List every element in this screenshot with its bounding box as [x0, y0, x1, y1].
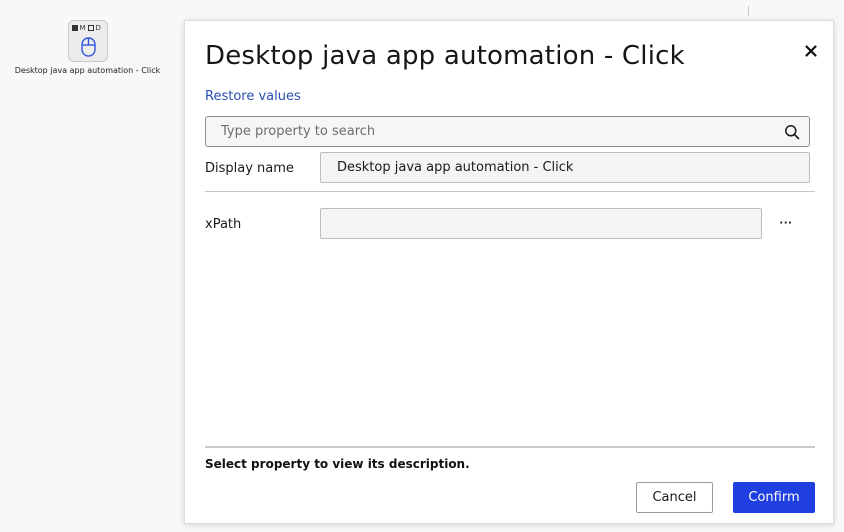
search-icon[interactable] [784, 124, 800, 140]
node-label: Desktop java app automation - Click [14, 66, 161, 75]
properties-dialog: Desktop java app automation - Click Rest… [184, 20, 834, 524]
flag-checkbox-unchecked-icon [87, 25, 94, 31]
display-name-label: Display name [205, 161, 294, 176]
flag-m-label: M [79, 24, 86, 32]
property-description: Select property to view its description. [205, 457, 470, 471]
cancel-button[interactable]: Cancel [636, 482, 713, 513]
flag-d-label: D [95, 24, 101, 32]
property-search [205, 116, 810, 147]
node-icon-box[interactable]: M D [67, 20, 108, 62]
node-flags: M D [71, 24, 101, 32]
dialog-title: Desktop java app automation - Click [205, 41, 685, 71]
workflow-node-click[interactable]: M D Desktop java app automation - Click [6, 20, 169, 75]
description-divider [205, 446, 815, 448]
display-name-field[interactable] [320, 152, 810, 183]
confirm-button[interactable]: Confirm [733, 482, 815, 513]
restore-values-link[interactable]: Restore values [205, 89, 301, 104]
properties-divider [205, 191, 815, 192]
mouse-icon [80, 37, 96, 57]
close-icon [805, 45, 817, 57]
close-button[interactable] [803, 43, 819, 59]
flag-checkbox-checked-icon [71, 25, 78, 31]
xpath-more-button[interactable]: ··· [775, 215, 797, 231]
canvas-divider [748, 6, 749, 16]
xpath-label: xPath [205, 217, 242, 232]
property-search-input[interactable] [206, 117, 776, 146]
xpath-field[interactable] [320, 208, 762, 239]
